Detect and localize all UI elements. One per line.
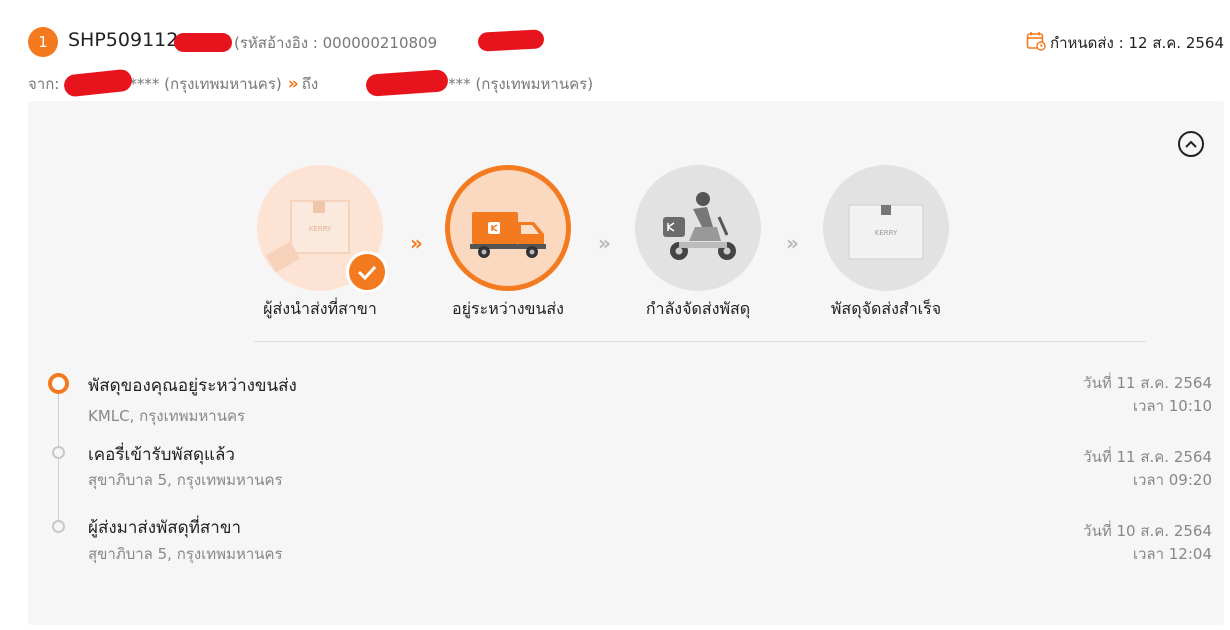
- timeline-event-datetime: วันที่ 11 ส.ค. 2564 เวลา 09:20: [1083, 446, 1212, 492]
- divider: [254, 341, 1146, 342]
- step-in-transit: อยู่ระหว่างขนส่ง: [428, 165, 588, 322]
- calendar-icon: [1026, 31, 1046, 55]
- timeline-event-date: วันที่ 11 ส.ค. 2564: [1083, 374, 1212, 392]
- timeline-dot: [52, 520, 65, 533]
- timeline-event-time: เวลา 09:20: [1132, 471, 1212, 489]
- to-city: (กรุงเทพมหานคร): [475, 75, 594, 93]
- step-dropped-at-branch: KERRY ผู้ส่งนำส่งที่สาขา: [240, 165, 400, 322]
- redaction-mark: [477, 29, 545, 52]
- check-icon: [346, 251, 388, 293]
- timeline-event-time: เวลา 10:10: [1132, 397, 1212, 415]
- parcel-box-icon: KERRY: [823, 165, 949, 291]
- timeline-event-location: สุขาภิบาล 5, กรุงเทพมหานคร: [88, 545, 283, 563]
- route-arrow-icon: »: [287, 74, 299, 94]
- step-label: ผู้ส่งนำส่งที่สาขา: [263, 299, 377, 318]
- truck-icon: [445, 165, 571, 291]
- from-prefix: จาก:: [28, 75, 60, 93]
- svg-text:KERRY: KERRY: [875, 229, 898, 237]
- timeline-event-title: พัสดุของคุณอยู่ระหว่างขนส่ง: [88, 376, 297, 396]
- from-masked: ****: [129, 75, 160, 93]
- timeline-event-time: เวลา 12:04: [1132, 545, 1212, 563]
- shipment-index-badge: 1: [28, 27, 58, 57]
- timeline-event-title: ผู้ส่งมาส่งพัสดุที่สาขา: [88, 518, 241, 538]
- step-label: อยู่ระหว่างขนส่ง: [452, 299, 564, 318]
- timeline-event-datetime: วันที่ 11 ส.ค. 2564 เวลา 10:10: [1083, 372, 1212, 418]
- tracking-panel: KERRY ผู้ส่งนำส่งที่สาขา » อยู่ระหว่างขน…: [28, 101, 1224, 625]
- redaction-mark: [174, 33, 232, 52]
- timeline-event-title: เคอรี่เข้ารับพัสดุแล้ว: [88, 445, 235, 465]
- timeline-event-date: วันที่ 11 ส.ค. 2564: [1083, 448, 1212, 466]
- step-delivered: KERRY พัสดุจัดส่งสำเร็จ: [806, 165, 966, 322]
- step-label: พัสดุจัดส่งสำเร็จ: [830, 299, 942, 318]
- timeline-dot: [52, 446, 65, 459]
- to-prefix: ถึง: [301, 75, 319, 93]
- step-arrow-icon: »: [410, 231, 423, 255]
- step-out-for-delivery: กำลังจัดส่งพัสดุ: [618, 165, 778, 322]
- step-arrow-icon: »: [598, 231, 611, 255]
- step-label: กำลังจัดส่งพัสดุ: [645, 299, 751, 318]
- shipment-card: 1 SHP509112 (รหัสอ้างอิง : 000000210809 …: [8, 0, 1230, 630]
- from-city: (กรุงเทพมหานคร): [164, 75, 282, 93]
- shipment-index: 1: [38, 33, 48, 51]
- timeline-event-location: สุขาภิบาล 5, กรุงเทพมหานคร: [88, 471, 283, 489]
- due-date: กำหนดส่ง : 12 ส.ค. 2564: [1026, 31, 1224, 55]
- collapse-chevron-up-icon[interactable]: [1178, 131, 1204, 157]
- due-date-label: กำหนดส่ง : 12 ส.ค. 2564: [1050, 34, 1224, 52]
- timeline-event-datetime: วันที่ 10 ส.ค. 2564 เวลา 12:04: [1083, 520, 1212, 566]
- reference-number: (รหัสอ้างอิง : 000000210809: [234, 34, 438, 52]
- tracking-number: SHP509112: [68, 29, 179, 51]
- step-arrow-icon: »: [786, 231, 799, 255]
- timeline-event-date: วันที่ 10 ส.ค. 2564: [1083, 522, 1212, 540]
- timeline-dot-active: [48, 373, 69, 394]
- svg-text:KERRY: KERRY: [309, 225, 332, 233]
- timeline-event-location: KMLC, กรุงเทพมหานคร: [88, 407, 246, 425]
- scooter-courier-icon: [635, 165, 761, 291]
